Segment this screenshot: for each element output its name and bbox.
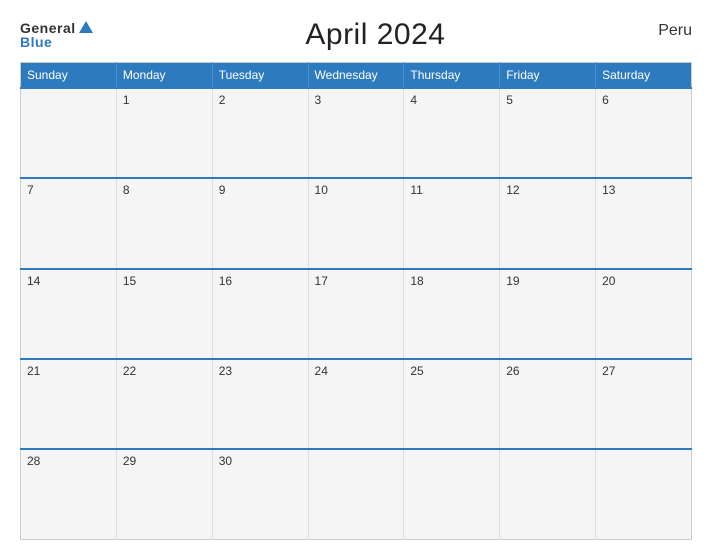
day-number: 2 [219,93,226,107]
col-friday: Friday [500,63,596,89]
col-sunday: Sunday [21,63,117,89]
day-number: 24 [315,364,328,378]
calendar-day-cell: 7 [21,178,117,268]
calendar-day-cell: 4 [404,88,500,178]
day-number: 17 [315,274,328,288]
day-number: 5 [506,93,513,107]
day-number: 1 [123,93,130,107]
col-wednesday: Wednesday [308,63,404,89]
calendar-day-cell: 27 [596,359,692,449]
day-number: 30 [219,454,232,468]
day-number: 3 [315,93,322,107]
calendar-day-cell: 21 [21,359,117,449]
logo: General Blue [20,21,93,49]
calendar-day-cell: 13 [596,178,692,268]
day-number: 18 [410,274,423,288]
day-number: 22 [123,364,136,378]
day-number: 7 [27,183,34,197]
calendar-day-cell: 10 [308,178,404,268]
col-saturday: Saturday [596,63,692,89]
logo-triangle-icon [79,21,93,33]
calendar-day-cell [500,449,596,539]
day-number: 20 [602,274,615,288]
calendar-day-cell: 15 [116,269,212,359]
day-number: 27 [602,364,615,378]
calendar-week-row: 7 8 9 10 11 12 13 [21,178,692,268]
country-label: Peru [658,18,692,40]
calendar-day-cell [308,449,404,539]
calendar-day-cell: 16 [212,269,308,359]
day-number: 12 [506,183,519,197]
day-number: 8 [123,183,130,197]
calendar-day-cell: 5 [500,88,596,178]
day-number: 15 [123,274,136,288]
calendar-day-cell: 2 [212,88,308,178]
calendar-table: Sunday Monday Tuesday Wednesday Thursday… [20,62,692,540]
header: General Blue April 2024 Peru [20,18,692,52]
calendar-day-cell: 8 [116,178,212,268]
day-number: 23 [219,364,232,378]
calendar-week-row: 21 22 23 24 25 26 27 [21,359,692,449]
calendar-day-cell: 3 [308,88,404,178]
logo-blue-text: Blue [20,35,93,49]
day-number: 14 [27,274,40,288]
calendar-day-cell: 14 [21,269,117,359]
calendar-day-cell: 23 [212,359,308,449]
calendar-day-cell: 25 [404,359,500,449]
day-number: 21 [27,364,40,378]
day-number: 29 [123,454,136,468]
calendar-day-cell: 12 [500,178,596,268]
calendar-day-cell: 20 [596,269,692,359]
calendar-day-cell: 11 [404,178,500,268]
col-thursday: Thursday [404,63,500,89]
calendar-day-cell: 29 [116,449,212,539]
day-number: 10 [315,183,328,197]
calendar-day-cell: 22 [116,359,212,449]
day-number: 16 [219,274,232,288]
calendar-day-cell: 26 [500,359,596,449]
calendar-day-cell: 28 [21,449,117,539]
day-number: 28 [27,454,40,468]
calendar-week-row: 28 29 30 [21,449,692,539]
calendar-day-cell: 30 [212,449,308,539]
calendar-day-cell [404,449,500,539]
calendar-day-cell: 17 [308,269,404,359]
day-number: 13 [602,183,615,197]
col-tuesday: Tuesday [212,63,308,89]
col-monday: Monday [116,63,212,89]
calendar-day-cell [21,88,117,178]
day-number: 9 [219,183,226,197]
day-number: 11 [410,183,422,197]
day-number: 19 [506,274,519,288]
calendar-week-row: 14 15 16 17 18 19 20 [21,269,692,359]
page: General Blue April 2024 Peru Sunday Mond… [0,0,712,550]
calendar-week-row: 1 2 3 4 5 6 [21,88,692,178]
calendar-day-cell: 18 [404,269,500,359]
calendar-day-cell: 1 [116,88,212,178]
day-number: 26 [506,364,519,378]
calendar-day-cell: 6 [596,88,692,178]
day-number: 4 [410,93,417,107]
calendar-day-cell [596,449,692,539]
weekday-header-row: Sunday Monday Tuesday Wednesday Thursday… [21,63,692,89]
calendar-day-cell: 19 [500,269,596,359]
page-title: April 2024 [305,18,445,52]
calendar-day-cell: 24 [308,359,404,449]
day-number: 6 [602,93,609,107]
logo-general-text: General [20,21,93,35]
day-number: 25 [410,364,423,378]
calendar-day-cell: 9 [212,178,308,268]
